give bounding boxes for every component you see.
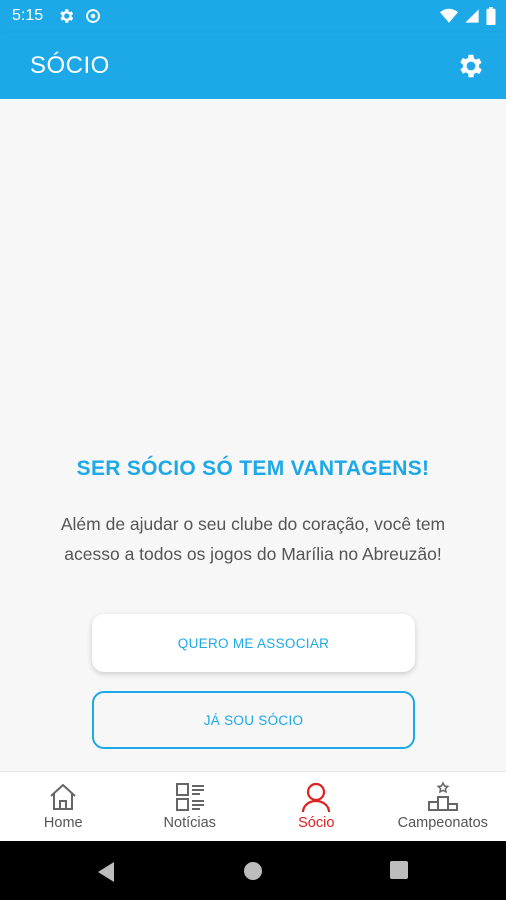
nav-label: Campeonatos xyxy=(397,815,488,831)
recents-icon[interactable] xyxy=(390,861,408,879)
back-icon[interactable] xyxy=(96,861,116,883)
headline: SER SÓCIO SÓ TEM VANTAGENS! xyxy=(76,457,430,480)
news-icon xyxy=(175,783,204,811)
system-nav-bar xyxy=(0,841,506,900)
nav-label: Sócio xyxy=(298,815,335,831)
signal-icon xyxy=(465,9,479,23)
podium-icon xyxy=(427,781,458,811)
bottom-nav: Home Notícias Sócio Campeonatos xyxy=(0,771,506,841)
home-icon xyxy=(50,784,76,810)
wifi-icon xyxy=(440,8,458,23)
page-title: SÓCIO xyxy=(30,52,110,79)
nav-item-campeonatos[interactable]: Campeonatos xyxy=(380,772,506,841)
already-member-button[interactable]: JÁ SOU SÓCIO xyxy=(92,691,415,749)
associate-button[interactable]: QUERO ME ASSOCIAR xyxy=(92,614,415,672)
nav-label: Home xyxy=(43,815,83,831)
settings-gear-icon[interactable] xyxy=(456,51,486,81)
home-circle-icon[interactable] xyxy=(243,861,263,881)
person-icon xyxy=(302,782,331,813)
battery-icon xyxy=(486,7,496,25)
description: Além de ajudar o seu clube do coração, v… xyxy=(60,514,446,564)
nav-item-home[interactable]: Home xyxy=(0,772,127,841)
nav-item-news[interactable]: Notícias xyxy=(127,772,254,841)
status-time: 5:15 xyxy=(12,7,44,24)
gear-icon xyxy=(60,9,74,23)
sync-icon xyxy=(86,9,100,23)
app-bar: SÓCIO xyxy=(0,33,506,99)
nav-label: Notícias xyxy=(163,815,216,831)
nav-item-socio[interactable]: Sócio xyxy=(253,772,380,841)
main-content: SER SÓCIO SÓ TEM VANTAGENS! Além de ajud… xyxy=(0,99,506,771)
status-bar: 5:15 xyxy=(0,0,506,33)
